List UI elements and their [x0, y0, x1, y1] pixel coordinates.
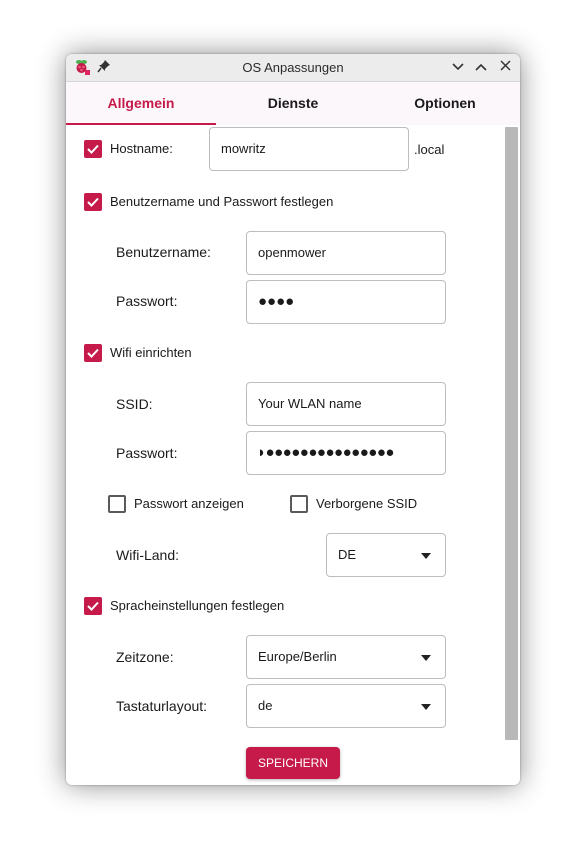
wifi-checkbox-label: Wifi einrichten: [110, 345, 192, 360]
show-password-label: Passwort anzeigen: [134, 496, 244, 511]
hostname-input[interactable]: mowritz: [209, 127, 409, 171]
tab-bar: Allgemein Dienste Optionen: [66, 82, 520, 125]
tab-dienste[interactable]: Dienste: [218, 82, 368, 125]
locale-checkbox[interactable]: [84, 597, 102, 615]
tab-optionen[interactable]: Optionen: [370, 82, 520, 125]
user-checkbox[interactable]: [84, 193, 102, 211]
close-button[interactable]: [495, 57, 515, 77]
hidden-ssid-label: Verborgene SSID: [316, 496, 418, 511]
wifi-country-label: Wifi-Land:: [116, 547, 180, 563]
timezone-select[interactable]: Europe/Berlin: [246, 635, 446, 679]
os-customization-dialog: OS Anpassungen Allgemein Dienste Optione…: [66, 54, 520, 785]
minimize-button[interactable]: [448, 57, 468, 77]
ssid-input[interactable]: Your WLAN name: [246, 382, 446, 426]
wifi-country-value: DE: [338, 547, 357, 562]
user-password-input[interactable]: ●●●●: [246, 280, 446, 324]
maximize-button[interactable]: [471, 57, 491, 77]
title-bar: OS Anpassungen: [66, 54, 520, 82]
hostname-checkbox[interactable]: [84, 140, 102, 158]
keyboard-value: de: [258, 698, 273, 713]
keyboard-select[interactable]: de: [246, 684, 446, 728]
wifi-password-input[interactable]: ◗●●●●●●●●●●●●●●●: [246, 431, 446, 475]
chevron-down-icon: [421, 704, 431, 710]
scrollbar[interactable]: [505, 127, 518, 740]
wifi-country-select[interactable]: DE: [326, 533, 446, 577]
show-password-checkbox[interactable]: [108, 495, 126, 513]
wifi-checkbox[interactable]: [84, 344, 102, 362]
timezone-label: Zeitzone:: [116, 649, 174, 665]
username-label: Benutzername:: [116, 244, 211, 260]
chevron-down-icon: [421, 553, 431, 559]
locale-checkbox-label: Spracheinstellungen festlegen: [110, 598, 285, 613]
user-checkbox-label: Benutzername und Passwort festlegen: [110, 194, 334, 209]
save-button[interactable]: SPEICHERN: [246, 747, 340, 779]
chevron-down-icon: [421, 655, 431, 661]
ssid-label: SSID:: [116, 396, 153, 412]
keyboard-label: Tastaturlayout:: [116, 698, 208, 714]
hostname-suffix: .local: [414, 142, 445, 157]
user-password-label: Passwort:: [116, 293, 178, 309]
tab-allgemein[interactable]: Allgemein: [66, 82, 216, 125]
hostname-label: Hostname:: [110, 141, 173, 156]
username-input[interactable]: openmower: [246, 231, 446, 275]
wifi-password-label: Passwort:: [116, 445, 178, 461]
hidden-ssid-checkbox[interactable]: [290, 495, 308, 513]
timezone-value: Europe/Berlin: [258, 649, 337, 664]
